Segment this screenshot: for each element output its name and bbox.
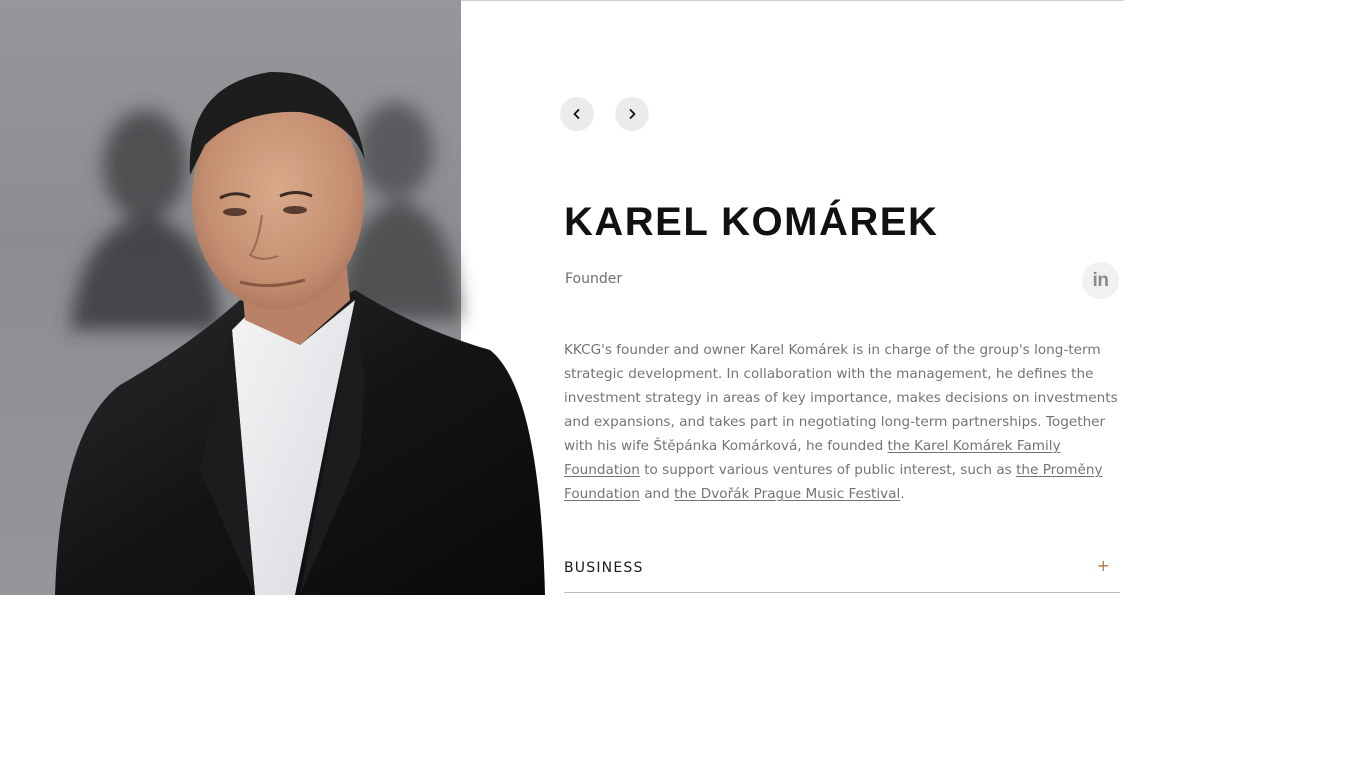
bio-text-2: to support various ventures of public in… [639,462,1017,478]
linkedin-icon: in [1092,269,1109,291]
person-role: Founder [565,271,623,287]
top-divider [461,0,1124,1]
business-accordion[interactable]: BUSINESS + [564,555,1120,593]
chevron-left-icon [573,109,580,119]
previous-button[interactable] [560,97,594,131]
accordion-title: BUSINESS [564,560,644,576]
chevron-right-icon [629,109,636,119]
profile-page: KAREL KOMÁREK Founder in KKCG's founder … [0,0,1366,768]
linkedin-button[interactable]: in [1082,262,1119,299]
dvorak-festival-link[interactable]: the Dvořák Prague Music Festival [674,486,900,502]
bio-text-4: . [900,486,905,502]
biography-text: KKCG's founder and owner Karel Komárek i… [564,338,1124,506]
portrait-photo [0,0,560,595]
next-button[interactable] [615,97,649,131]
plus-icon: + [1096,556,1110,575]
person-name: KAREL KOMÁREK [564,200,939,244]
bio-text-3: and [639,486,675,502]
